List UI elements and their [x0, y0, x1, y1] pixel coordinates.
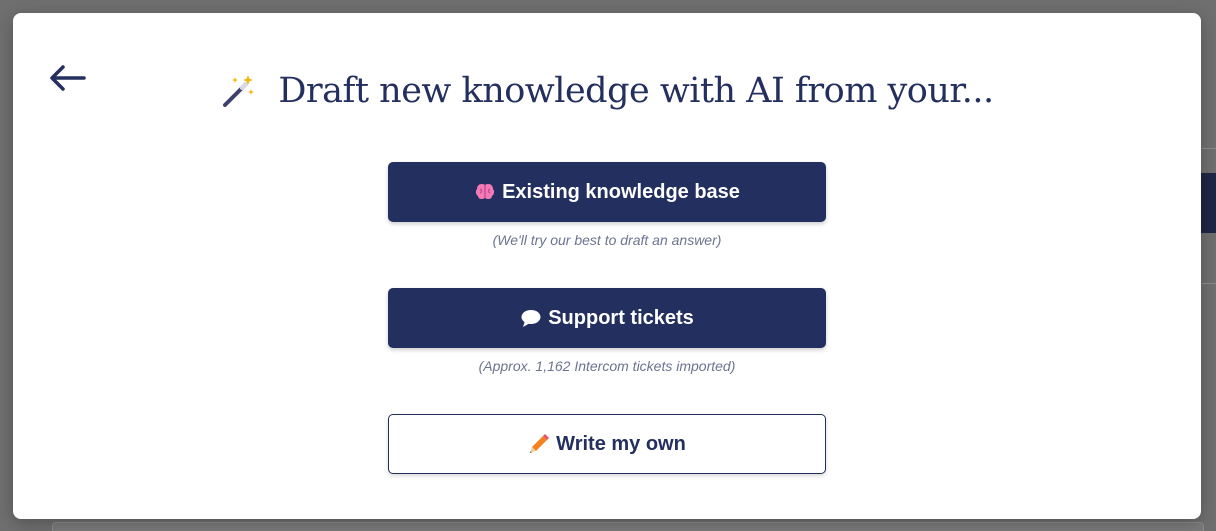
option-hint: (Approx. 1,162 Intercom tickets imported…: [478, 358, 736, 374]
modal-header: Draft new knowledge with AI from your...: [13, 71, 1201, 111]
speech-bubble-icon: [521, 310, 541, 327]
option-label: Write my own: [556, 432, 686, 455]
background-tab: [1200, 173, 1216, 233]
pencil-icon: [530, 434, 550, 453]
background-divider: [1200, 148, 1216, 149]
write-my-own-button[interactable]: Write my own: [388, 414, 826, 474]
modal-title: Draft new knowledge with AI from your...: [278, 71, 994, 111]
background-divider: [1200, 283, 1216, 284]
draft-knowledge-modal: Draft new knowledge with AI from your...…: [13, 13, 1201, 519]
brain-icon: [475, 184, 495, 200]
background-field: [52, 522, 1204, 531]
option-label: Support tickets: [548, 306, 694, 329]
option-label: Existing knowledge base: [502, 180, 740, 203]
existing-knowledge-base-button[interactable]: Existing knowledge base: [388, 162, 826, 222]
option-hint: (We'll try our best to draft an answer): [492, 232, 722, 248]
support-tickets-button[interactable]: Support tickets: [388, 288, 826, 348]
magic-wand-icon: [223, 75, 255, 107]
